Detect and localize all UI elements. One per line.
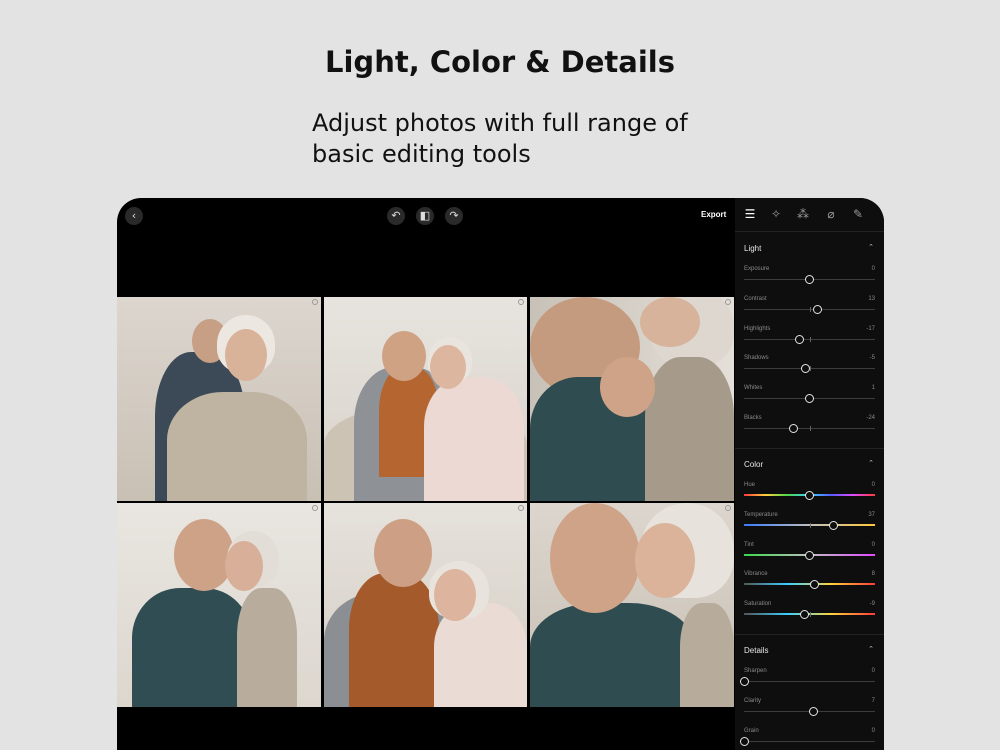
slider-label: Sharpen: [744, 668, 767, 674]
slider-label: Tint: [744, 541, 754, 548]
slider-knob[interactable]: [808, 706, 818, 716]
slider-center-tick: [809, 336, 811, 342]
slider-clarity[interactable]: Clarity 7: [744, 698, 875, 724]
slider-hue[interactable]: Hue 0: [744, 482, 875, 508]
slider-value: 0: [871, 727, 875, 734]
slider-value: 0: [871, 266, 875, 272]
slider-track[interactable]: [744, 740, 875, 742]
slider-label: Highlights: [744, 325, 771, 332]
slider-temperature[interactable]: Temperature 37: [744, 512, 875, 538]
chevron-up-icon[interactable]: ⌃: [868, 645, 874, 653]
slider-value: -17: [866, 325, 875, 332]
brush-icon[interactable]: ✎: [850, 206, 866, 222]
slider-knob[interactable]: [810, 580, 820, 590]
slider-label: Clarity: [744, 697, 762, 704]
photo-thumbnail[interactable]: [530, 297, 734, 501]
photo-thumbnail[interactable]: [117, 297, 321, 501]
slider-center-tick: [809, 306, 811, 312]
slider-label: Hue: [744, 482, 756, 488]
slider-value: 1: [871, 385, 875, 392]
slider-knob[interactable]: [794, 334, 804, 344]
slider-label: Temperature: [744, 511, 778, 518]
photo-grid: [117, 297, 734, 707]
chevron-up-icon[interactable]: ⌃: [868, 459, 874, 467]
sparkle-icon[interactable]: ✧: [768, 206, 784, 222]
slider-label: Vibrance: [744, 571, 768, 578]
slider-knob[interactable]: [739, 677, 749, 686]
chevron-left-icon[interactable]: ‹: [125, 207, 143, 225]
section-title-color[interactable]: Color: [744, 460, 763, 469]
slider-knob[interactable]: [805, 550, 814, 560]
page-title: Light, Color & Details: [325, 45, 675, 79]
slider-sharpen[interactable]: Sharpen 0: [739, 668, 875, 694]
page-subtitle: Adjust photos with full range of basic e…: [312, 109, 688, 168]
slider-saturation[interactable]: Saturation -9: [744, 601, 875, 627]
slider-value: 37: [868, 511, 875, 518]
slider-label: Shadows: [744, 355, 769, 362]
slider-knob[interactable]: [801, 364, 811, 374]
slider-knob[interactable]: [799, 610, 809, 620]
slider-label: Grain: [744, 727, 759, 734]
slider-label: Blacks: [744, 415, 762, 421]
slider-label: Saturation: [744, 601, 772, 608]
slider-value: -24: [866, 415, 875, 421]
compare-icon[interactable]: ◧: [416, 207, 434, 225]
slider-center-tick: [809, 426, 811, 431]
slider-vibrance[interactable]: Vibrance 8: [744, 571, 875, 597]
slider-knob[interactable]: [805, 491, 814, 500]
slider-label: Exposure: [744, 266, 770, 272]
slider-knob[interactable]: [812, 304, 822, 314]
photo-thumbnail[interactable]: [324, 297, 527, 501]
slider-center-tick: [809, 612, 811, 618]
slider-exposure[interactable]: Exposure 0: [744, 266, 875, 292]
slider-tint[interactable]: Tint 0: [744, 542, 875, 568]
photo-thumbnail[interactable]: [117, 503, 321, 707]
tablet-editor-window: ‹ ↶ ◧ ↷ Export ☰ ✧ ⁂ ⌀ ✎ Light ⌃ Exposur…: [117, 198, 884, 750]
bandage-icon[interactable]: ⌀: [823, 206, 839, 222]
slider-value: -5: [869, 355, 875, 362]
slider-knob[interactable]: [828, 520, 838, 530]
color-mix-icon[interactable]: ⁂: [795, 206, 811, 222]
adjustments-panel: ☰ ✧ ⁂ ⌀ ✎ Light ⌃ Exposure 0 Contrast 13 Hig…: [735, 198, 884, 750]
photo-thumbnail[interactable]: [324, 503, 527, 707]
slider-shadows[interactable]: Shadows -5: [744, 355, 875, 381]
slider-track[interactable]: [744, 681, 875, 682]
slider-label: Whites: [744, 385, 763, 392]
photo-thumbnail[interactable]: [530, 503, 734, 707]
section-title-details[interactable]: Details: [744, 646, 768, 655]
slider-value: 0: [871, 541, 875, 548]
sliders-icon[interactable]: ☰: [742, 206, 758, 222]
section-title-light[interactable]: Light: [744, 244, 761, 253]
slider-knob[interactable]: [789, 424, 799, 433]
slider-knob[interactable]: [739, 736, 749, 746]
slider-value: 0: [871, 668, 875, 674]
slider-contrast[interactable]: Contrast 13: [744, 296, 875, 322]
slider-blacks[interactable]: Blacks -24: [744, 415, 875, 441]
slider-value: 8: [871, 571, 875, 578]
slider-grain[interactable]: Grain 0: [739, 727, 875, 750]
slider-whites[interactable]: Whites 1: [744, 385, 875, 411]
redo-icon[interactable]: ↷: [445, 207, 463, 225]
chevron-up-icon[interactable]: ⌃: [868, 243, 874, 251]
slider-value: 13: [868, 295, 875, 302]
export-button[interactable]: Export: [701, 210, 726, 219]
slider-knob[interactable]: [805, 394, 814, 404]
slider-center-tick: [809, 522, 811, 528]
slider-label: Contrast: [744, 295, 767, 302]
slider-highlights[interactable]: Highlights -17: [744, 326, 875, 352]
slider-value: -9: [869, 601, 875, 608]
slider-knob[interactable]: [805, 275, 814, 284]
slider-value: 7: [871, 697, 875, 704]
slider-value: 0: [871, 482, 875, 488]
panel-tab-bar: ☰ ✧ ⁂ ⌀ ✎: [735, 206, 884, 226]
undo-icon[interactable]: ↶: [387, 207, 405, 225]
